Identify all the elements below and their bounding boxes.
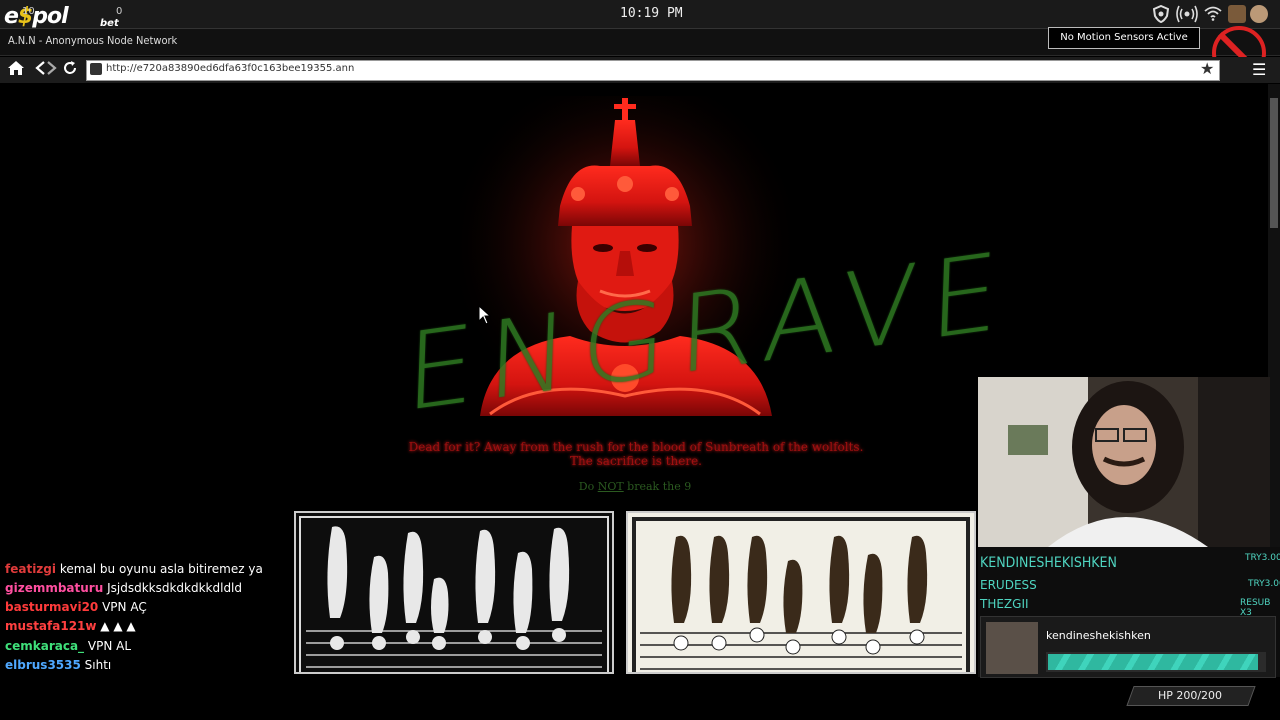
bookmark-star-icon[interactable]: ★ bbox=[1200, 59, 1214, 78]
forward-button[interactable] bbox=[42, 60, 62, 80]
chat-text: kemal bu oyunu asla bitiremez ya bbox=[56, 562, 263, 576]
refresh-button[interactable] bbox=[60, 60, 80, 80]
espol-logo: e$pol bbox=[4, 4, 69, 29]
chat-text: Jsjdsdkksdkdkdkkdldld bbox=[103, 581, 243, 595]
chat-text: VPN AL bbox=[84, 639, 132, 653]
broadcast-icon[interactable] bbox=[1176, 5, 1198, 23]
blood-message: Dead for it? Away from the rush for the … bbox=[408, 440, 864, 468]
donor-amount: TRY3.00 bbox=[1248, 579, 1280, 589]
scrollbar-thumb[interactable] bbox=[1270, 98, 1278, 228]
chat-message: featizgi kemal bu oyunu asla bitiremez y… bbox=[5, 562, 263, 576]
home-button[interactable] bbox=[6, 60, 26, 80]
chat-text: ▲ ▲ ▲ bbox=[96, 619, 136, 633]
avatar-icon[interactable] bbox=[1228, 5, 1246, 23]
hp-label: HP 200/200 bbox=[1157, 689, 1223, 702]
profile-avatar bbox=[986, 622, 1038, 674]
chat-username[interactable]: featizgi bbox=[5, 562, 56, 576]
chat-text: VPN AÇ bbox=[98, 600, 147, 614]
chat-text: Sıhtı bbox=[80, 658, 112, 672]
chat-message: elbrus3535 Sıhtı bbox=[5, 658, 111, 672]
chat-username[interactable]: elbrus3535 bbox=[5, 658, 81, 672]
battery-counter: 10 bbox=[22, 6, 35, 17]
profile-name: kendineshekishken bbox=[1046, 629, 1151, 642]
logo-subtext: bet bbox=[100, 18, 119, 29]
shield-icon[interactable] bbox=[1152, 4, 1170, 24]
chat-message: basturmavi20 VPN AÇ bbox=[5, 600, 147, 614]
top-donor-name: KENDINESHEKISHKEN bbox=[980, 555, 1117, 571]
wifi-icon[interactable] bbox=[1204, 5, 1222, 23]
warning-message: Do NOT break the 9 bbox=[578, 480, 692, 493]
document-counter: 0 bbox=[116, 6, 123, 17]
chat-username[interactable]: cemkaraca_ bbox=[5, 639, 84, 653]
engraving-image-left bbox=[294, 511, 614, 674]
url-text[interactable]: http://e720a83890ed6dfa63f0c163bee19355.… bbox=[106, 63, 354, 74]
hp-bar-fill bbox=[1048, 654, 1258, 670]
chat-username[interactable]: mustafa121w bbox=[5, 619, 96, 633]
mouse-cursor-icon bbox=[478, 305, 492, 325]
lock-icon bbox=[90, 63, 102, 75]
donor-amount: RESUB X3 bbox=[1240, 598, 1271, 618]
chat-username[interactable]: gizemmbaturu bbox=[5, 581, 103, 595]
donor-name: ERUDESS bbox=[980, 578, 1037, 592]
chat-message: cemkaraca_ VPN AL bbox=[5, 639, 131, 653]
donor-name: THEZGII bbox=[980, 597, 1029, 611]
menu-icon[interactable]: ☰ bbox=[1252, 60, 1266, 79]
bottom-chat-bar bbox=[0, 674, 1280, 720]
user-avatar-icon[interactable] bbox=[1250, 5, 1268, 23]
motion-sensor-status: No Motion Sensors Active bbox=[1048, 27, 1200, 49]
clock: 10:19 PM bbox=[620, 6, 683, 21]
top-donor-amount: TRY3.00 bbox=[1245, 553, 1280, 563]
chat-message: gizemmbaturu Jsjdsdkksdkdkdkkdldld bbox=[5, 581, 242, 595]
chat-username[interactable]: basturmavi20 bbox=[5, 600, 98, 614]
window-title: A.N.N - Anonymous Node Network bbox=[8, 34, 178, 47]
chat-message: mustafa121w ▲ ▲ ▲ bbox=[5, 619, 136, 633]
webcam-feed bbox=[978, 377, 1270, 547]
engraving-image-right bbox=[626, 511, 976, 674]
